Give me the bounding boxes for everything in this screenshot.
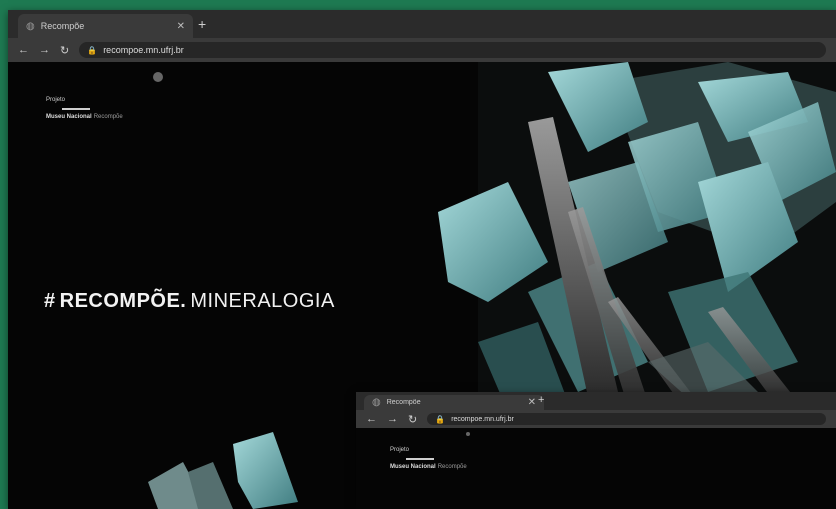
browser-window-secondary: ◍ Recompõe ✕ + ← → ↻ 🔒 recompoe.mn.ufrj.… [356, 392, 836, 509]
plus-icon[interactable]: + [198, 16, 206, 32]
hero-thin: MINERALOGIA [190, 290, 335, 312]
address-bar[interactable]: 🔒 recompoe.mn.ufrj.br [79, 42, 826, 58]
plus-icon[interactable]: + [538, 394, 544, 406]
globe-icon: ◍ [372, 397, 381, 408]
forward-arrow-icon[interactable]: → [39, 44, 50, 56]
close-icon[interactable]: ✕ [177, 21, 185, 32]
logo-divider [406, 458, 434, 460]
globe-icon: ◍ [26, 20, 35, 32]
url-text: recompoe.mn.ufrj.br [103, 45, 184, 55]
tab-bar: ◍ Recompõe ✕ + [8, 10, 836, 38]
hero-title: # RECOMPÕE. MINERALOGIA [44, 290, 335, 313]
logo-top-text: Projeto [46, 97, 66, 103]
site-logo[interactable]: Projeto Museu Nacional Recompõe [390, 446, 467, 471]
tab-bar: ◍ Recompõe ✕ + [356, 392, 836, 410]
logo-bold-text: Museu Nacional [390, 464, 436, 470]
logo-bottom: Museu Nacional Recompõe [46, 113, 123, 121]
page-viewport: Projeto Museu Nacional Recompõe [356, 428, 836, 509]
reload-icon[interactable]: ↻ [408, 413, 417, 426]
back-arrow-icon[interactable]: ← [18, 44, 29, 56]
tab-title: Recompõe [386, 399, 421, 406]
hero-bold: RECOMPÕE. [59, 290, 187, 312]
close-icon[interactable]: ✕ [528, 397, 536, 408]
logo-divider [62, 108, 90, 110]
tab-active[interactable]: ◍ Recompõe ✕ [364, 395, 544, 410]
toolbar: ← → ↻ 🔒 recompoe.mn.ufrj.br [356, 410, 836, 428]
logo-bottom: Museu Nacional Recompõe [390, 463, 467, 471]
logo-light-text: Recompõe [93, 114, 123, 120]
logo-light-text: Recompõe [437, 464, 467, 470]
tab-active[interactable]: ◍ Recompõe ✕ [18, 14, 193, 38]
loading-dot [466, 432, 470, 436]
logo-bold-text: Museu Nacional [46, 114, 92, 120]
url-text: recompoe.mn.ufrj.br [451, 415, 514, 423]
lock-icon: 🔒 [435, 414, 446, 424]
site-logo[interactable]: Projeto Museu Nacional Recompõe [46, 96, 123, 121]
reload-icon[interactable]: ↻ [60, 44, 69, 57]
toolbar: ← → ↻ 🔒 recompoe.mn.ufrj.br [8, 38, 836, 62]
lock-icon: 🔒 [87, 45, 98, 55]
back-arrow-icon[interactable]: ← [366, 413, 377, 425]
hero-hash: # [44, 290, 56, 312]
address-bar[interactable]: 🔒 recompoe.mn.ufrj.br [427, 413, 826, 425]
logo-top-text: Projeto [390, 447, 410, 453]
loading-dot [153, 72, 163, 82]
tab-title: Recompõe [40, 21, 85, 31]
forward-arrow-icon[interactable]: → [387, 413, 398, 425]
